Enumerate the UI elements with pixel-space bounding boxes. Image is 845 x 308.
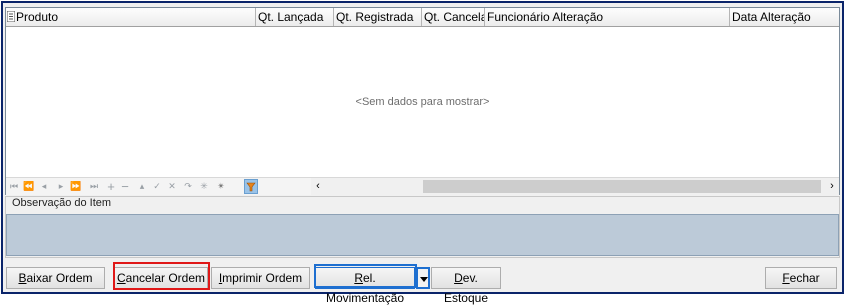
scroll-left-icon[interactable]: ‹ bbox=[311, 178, 325, 195]
add-icon[interactable]: + bbox=[105, 180, 117, 193]
column-label: Produto bbox=[16, 10, 59, 24]
column-qt-lancada[interactable]: Qt. Lançada bbox=[256, 8, 334, 26]
asterisk-icon[interactable]: ✳ bbox=[198, 180, 210, 193]
scrollbar-thumb[interactable] bbox=[423, 180, 821, 193]
fechar-button[interactable]: Fechar bbox=[765, 267, 837, 289]
scroll-right-icon[interactable]: › bbox=[825, 178, 839, 195]
observation-group: Observação do Item bbox=[5, 196, 840, 258]
mnemonic: F bbox=[782, 271, 790, 285]
imprimir-ordem-button[interactable]: Imprimir Ordem bbox=[211, 267, 310, 289]
grid-header: Produto Qt. Lançada Qt. Registrada Qt. C… bbox=[6, 8, 839, 27]
column-label: Qt. Lançada bbox=[258, 10, 324, 24]
column-data-alteracao[interactable]: Data Alteração bbox=[730, 8, 839, 26]
column-qt-cancelada[interactable]: Qt. Cancelad bbox=[422, 8, 485, 26]
window-frame: Produto Qt. Lançada Qt. Registrada Qt. C… bbox=[1, 1, 844, 305]
prev-icon[interactable]: ◂ bbox=[38, 180, 50, 193]
red-highlight-box bbox=[113, 262, 210, 290]
check-icon[interactable]: ✓ bbox=[151, 180, 163, 193]
cancel-icon[interactable]: ✕ bbox=[166, 180, 178, 193]
observation-label: Observação do Item bbox=[10, 197, 114, 209]
column-chooser-icon[interactable] bbox=[7, 11, 15, 22]
column-label: Funcionário Alteração bbox=[487, 10, 604, 24]
baixar-ordem-button[interactable]: Baixar Ordem bbox=[6, 267, 105, 289]
next-page-icon[interactable]: ⏩ bbox=[70, 180, 82, 193]
column-label: Qt. Cancelad bbox=[424, 10, 484, 24]
column-label: Data Alteração bbox=[732, 10, 811, 24]
column-qt-registrada[interactable]: Qt. Registrada bbox=[334, 8, 422, 26]
dev-estoque-button[interactable]: Dev. Estoque bbox=[431, 267, 501, 305]
button-label: echar bbox=[789, 271, 820, 285]
observation-textarea[interactable] bbox=[6, 214, 839, 256]
column-produto[interactable]: Produto bbox=[6, 8, 256, 26]
next-icon[interactable]: ▸ bbox=[55, 180, 67, 193]
bookmark-icon[interactable]: ✴ bbox=[215, 180, 227, 193]
column-label: Qt. Registrada bbox=[336, 10, 414, 24]
button-label: aixar Ordem bbox=[26, 271, 93, 285]
refresh-icon[interactable]: ↷ bbox=[182, 180, 194, 193]
first-icon[interactable]: ⏮ bbox=[8, 180, 20, 193]
column-funcionario-alteracao[interactable]: Funcionário Alteração bbox=[485, 8, 730, 26]
rel-movimentacao-dropdown-icon[interactable] bbox=[416, 267, 430, 289]
filter-button[interactable] bbox=[244, 179, 258, 194]
mnemonic: D bbox=[454, 271, 463, 285]
up-icon[interactable]: ▴ bbox=[136, 180, 148, 193]
button-label: ev. Estoque bbox=[443, 271, 489, 305]
prev-page-icon[interactable]: ⏪ bbox=[23, 180, 35, 193]
filter-icon bbox=[246, 182, 256, 192]
items-grid: Produto Qt. Lançada Qt. Registrada Qt. C… bbox=[5, 7, 840, 195]
blue-highlight-box bbox=[314, 264, 417, 288]
grid-navigator: ⏮ ⏪ ◂ ▸ ⏩ ⏭ + − ▴ ✓ ✕ ↷ ✳ ✴ ‹ › bbox=[6, 177, 839, 195]
horizontal-scrollbar[interactable]: ‹ › bbox=[311, 178, 839, 195]
empty-message: <Sem dados para mostrar> bbox=[355, 96, 490, 108]
last-icon[interactable]: ⏭ bbox=[88, 180, 100, 193]
button-label: mprimir Ordem bbox=[222, 271, 303, 285]
remove-icon[interactable]: − bbox=[119, 180, 131, 193]
